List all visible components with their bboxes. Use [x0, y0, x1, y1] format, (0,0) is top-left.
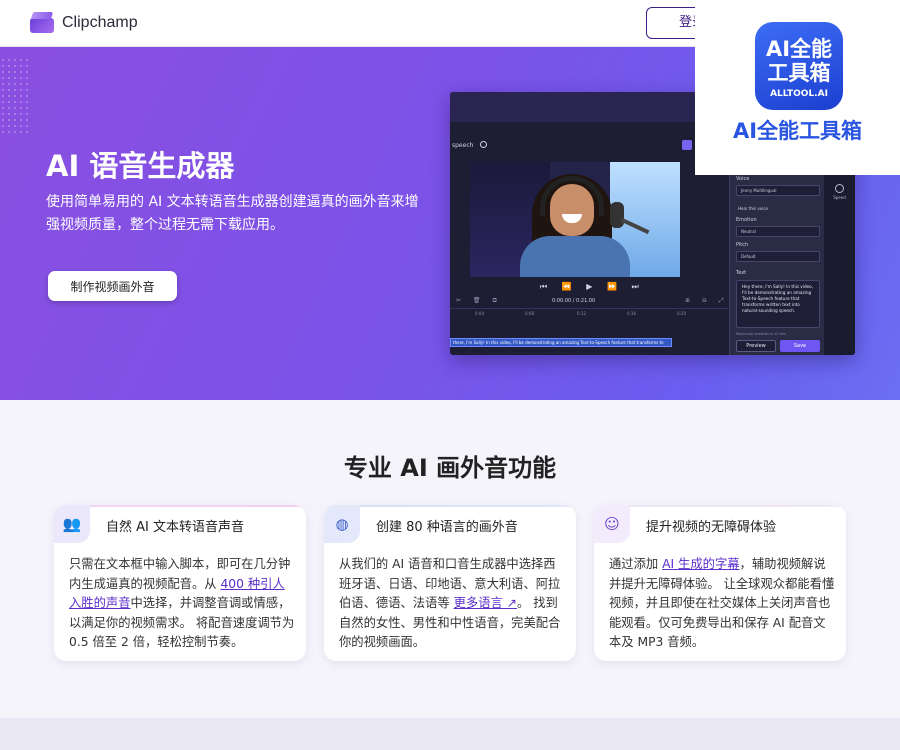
playback-time: 0:00.00 / 0:21.00	[552, 298, 596, 304]
playback-controls: ⏮ ⏪ ▶ ⏩ ⏭	[540, 282, 645, 291]
card-title: 自然 AI 文本转语音声音	[106, 520, 244, 535]
smile-icon: ☺	[594, 505, 630, 543]
feature-card-accessibility: ☺ 提升视频的无障碍体验 通过添加 AI 生成的字幕，辅助视频解说并提升无障碍体…	[594, 505, 846, 661]
card-title: 提升视频的无障碍体验	[646, 520, 777, 535]
alltool-logo-icon: AI全能 工具箱 ALLTOOL.AI	[755, 22, 843, 110]
watermark-text: AI全能工具箱	[732, 119, 863, 143]
pitch-select: Default	[736, 251, 820, 262]
card-body: 只需在文本框中输入脚本，即可在几分钟内生成逼真的视频配音。从 400 种引人入胜…	[69, 557, 295, 649]
emotion-select: Neutral	[736, 226, 820, 237]
clipchamp-logo[interactable]: Clipchamp	[30, 12, 138, 34]
next-section-band	[0, 718, 900, 750]
more-languages-link[interactable]: 更多语言 ↗	[454, 596, 517, 610]
ai-captions-link[interactable]: AI 生成的字幕	[662, 557, 739, 571]
features-title: 专业 AI 画外音功能	[343, 454, 557, 482]
editor-tab-label: speech	[452, 142, 474, 149]
watermark: AI全能 工具箱 ALLTOOL.AI AI全能工具箱	[695, 0, 900, 175]
card-title: 创建 80 种语言的画外音	[376, 520, 518, 535]
create-voiceover-button[interactable]: 制作视频画外音	[48, 271, 177, 301]
timeline-ruler: 0:04 0:08 0:12 0:16 0:20	[450, 308, 728, 318]
voice-label: Voice	[736, 176, 750, 182]
text-label: Text	[736, 270, 747, 276]
settings-icon	[480, 141, 487, 148]
microphone-icon	[610, 202, 624, 228]
hero-subtitle: 使用简单易用的 AI 文本转语音生成器创建逼真的画外音来增强视频质量，整个过程无…	[46, 194, 419, 233]
hear-voice-link: Hear this voice	[738, 206, 768, 211]
speed-icon	[835, 184, 844, 193]
card-body: 从我们的 AI 语音和口音生成器中选择西班牙语、日语、印地语、意大利语、阿拉伯语…	[339, 557, 561, 649]
caption-track: there, I'm Sally! In this video, I'll be…	[450, 338, 672, 347]
preview-button: Preview	[736, 340, 776, 352]
features-section: 专业 AI 画外音功能 👥 自然 AI 文本转语音声音 只需在文本框中输入脚本，…	[0, 400, 900, 720]
timeline-tools-icon: ✂ 🗑 ⧉	[456, 297, 502, 304]
emotion-label: Emotion	[736, 217, 757, 223]
video-preview	[470, 162, 680, 277]
save-button: Save	[780, 340, 820, 352]
voice-select: Jenny Multilingual	[736, 185, 820, 196]
max-duration-note: Maximum duration is 10 min	[736, 332, 787, 336]
feature-card-natural-voices: 👥 自然 AI 文本转语音声音 只需在文本框中输入脚本，即可在几分钟内生成逼真的…	[54, 505, 306, 661]
globe-icon: ◍	[324, 505, 360, 543]
clipchamp-logo-icon	[30, 12, 54, 34]
users-icon: 👥	[54, 505, 90, 543]
rail-item-speed: Speed	[824, 184, 855, 200]
card-body: 通过添加 AI 生成的字幕，辅助视频解说并提升无障碍体验。 让全球观众都能看懂视…	[609, 557, 835, 649]
pitch-label: Pitch	[736, 242, 749, 248]
zoom-icon: ⊕ ⊖ ⤢	[685, 297, 729, 304]
hero-title: AI 语音生成器	[46, 149, 235, 183]
brand-name: Clipchamp	[62, 14, 138, 31]
export-icon	[682, 140, 692, 150]
feature-card-languages: ◍ 创建 80 种语言的画外音 从我们的 AI 语音和口音生成器中选择西班牙语、…	[324, 505, 576, 661]
dot-pattern	[0, 57, 30, 137]
tts-text-area: Hey there, I'm Sally! In this video, I'l…	[736, 280, 820, 328]
